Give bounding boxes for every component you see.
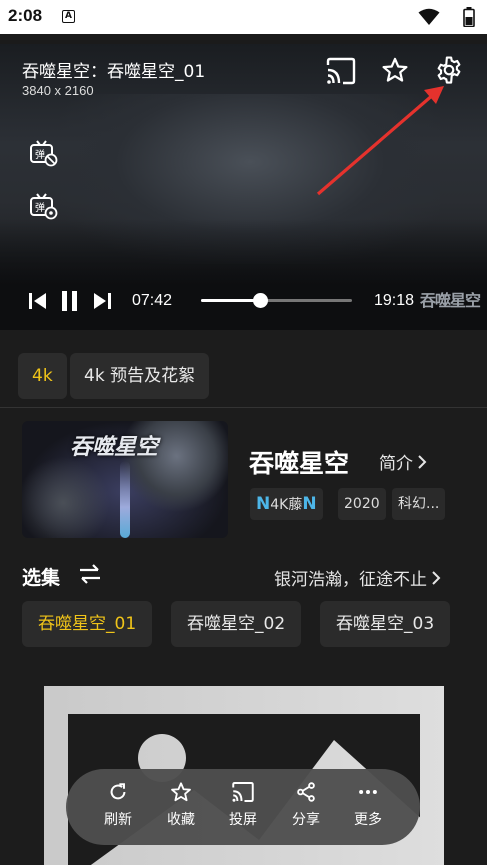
star-icon[interactable] [381,56,409,84]
video-watermark: 吞噬星空 [420,291,481,310]
cast-icon[interactable] [325,57,357,85]
source-tag: N4K藤N [250,488,323,520]
favorite-button[interactable]: 收藏 [158,781,204,829]
chevron-right-icon [418,455,427,469]
status-time: 2:08 [8,6,43,25]
settings-icon[interactable] [434,55,464,85]
skip-next-icon[interactable] [92,292,112,310]
star-icon [171,782,191,802]
episodes-subtitle: 银河浩瀚，征途不止 [274,570,427,590]
source-chip-4k[interactable]: 4k [18,353,67,399]
episodes-title: 选集 [22,567,61,589]
poster-image[interactable]: 吞噬星空 [22,421,228,538]
poster-title: 吞噬星空 [70,435,159,460]
video-shade [0,219,487,330]
seek-progress [201,299,260,302]
annotation-arrow [316,86,444,196]
status-bar: 2:08 A [0,0,487,34]
source-chip-trailer[interactable]: 4k 预告及花絮 [70,353,210,399]
notification-icon: A [62,10,75,23]
refresh-label: 刷新 [104,812,132,828]
share-button[interactable]: 分享 [283,781,329,829]
divider [0,407,487,408]
video-resolution: 3840 x 2160 [22,83,94,98]
more-dots-icon [359,789,377,795]
refresh-icon [110,783,126,800]
pause-icon[interactable] [60,290,80,312]
year-tag: 2020 [338,488,386,520]
source-tag-label: 4K藤 [270,497,303,513]
poster-beam [120,461,130,538]
chevron-right-icon [432,571,441,585]
svg-text:弹: 弹 [35,148,45,161]
n-logo-icon: N [302,494,317,514]
n-logo-icon: N [256,494,271,514]
seek-bar[interactable] [201,293,352,308]
favorite-label: 收藏 [167,812,195,828]
danmaku-off-icon[interactable]: 弹 [29,140,59,168]
bottom-action-bar: 刷新 收藏 投屏 分享 更多 [66,769,420,845]
more-label: 更多 [354,812,382,828]
video-title: 吞噬星空：吞噬星空_01 [22,62,206,82]
episode-item[interactable]: 吞噬星空_03 [320,601,451,647]
danmaku-settings-icon[interactable]: 弹 [29,193,59,221]
seek-thumb[interactable] [252,293,268,308]
refresh-button[interactable]: 刷新 [95,781,141,829]
skip-previous-icon[interactable] [28,292,48,310]
svg-text:弹: 弹 [35,201,45,214]
genre-tag: 科幻... [392,488,446,520]
cast-label: 投屏 [229,812,257,828]
more-button[interactable]: 更多 [345,781,391,829]
battery-icon [463,7,475,27]
cast-icon [232,782,254,802]
cast-button[interactable]: 投屏 [220,781,266,829]
duration: 19:18 [374,292,415,309]
episode-item[interactable]: 吞噬星空_02 [171,601,302,647]
current-time: 07:42 [132,292,173,309]
episode-item[interactable]: 吞噬星空_01 [22,601,153,647]
intro-link[interactable]: 简介 [379,449,427,474]
episodes-subtitle-link[interactable]: 银河浩瀚，征途不止 [274,565,441,590]
intro-label: 简介 [379,454,413,474]
sort-swap-icon[interactable] [78,563,102,585]
video-player[interactable]: 吞噬星空：吞噬星空_01 3840 x 2160 弹 弹 07:42 19:18… [0,44,487,330]
wifi-icon [418,8,440,25]
share-label: 分享 [292,812,320,828]
share-icon [297,782,315,802]
show-title: 吞噬星空 [249,449,350,478]
